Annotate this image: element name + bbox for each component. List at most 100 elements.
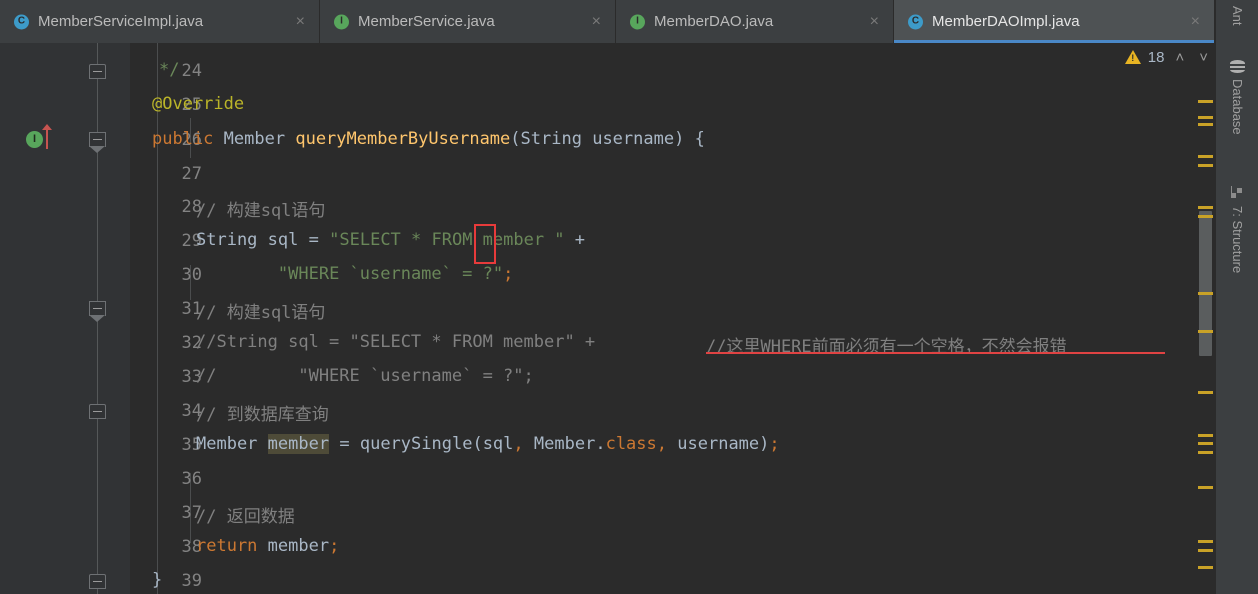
close-icon[interactable]: ×	[844, 13, 879, 30]
database-icon	[1230, 60, 1245, 73]
code-row[interactable]: 38 return member;	[130, 529, 1195, 564]
fold-marker[interactable]	[89, 301, 106, 322]
tool-window-label: 7: Structure	[1230, 206, 1245, 274]
code-row[interactable]: 28 // 构建sql语句	[130, 189, 1195, 224]
code-content[interactable]: 24 */ 25 @Override 26 I public Member qu…	[26, 43, 1195, 594]
interface-icon: I	[630, 14, 645, 29]
red-highlight-box	[474, 224, 496, 264]
code-text: // 到数据库查询	[196, 405, 329, 425]
right-tool-window-bar: Ant Database 7: Structure	[1215, 0, 1258, 594]
tab-label: MemberDAO.java	[654, 13, 774, 30]
code-row[interactable]: 31 // 构建sql语句	[89, 291, 1195, 326]
implements-arrow-icon[interactable]	[42, 124, 52, 149]
line-number: 35	[181, 435, 202, 455]
code-row[interactable]: 34 // 到数据库查询	[89, 393, 1195, 428]
line-number: 33	[181, 367, 202, 387]
fold-marker[interactable]	[89, 132, 106, 153]
stripe-marker[interactable]	[1198, 100, 1213, 103]
code-text: public Member queryMemberByUsername(Stri…	[152, 129, 705, 149]
warning-count: 18	[1147, 48, 1165, 66]
code-row[interactable]: 24 */	[89, 53, 1195, 88]
stripe-marker[interactable]	[1198, 486, 1213, 489]
line-number: 38	[181, 537, 202, 557]
highlighted-identifier: member	[267, 434, 330, 454]
error-stripe-scrollbar[interactable]	[1196, 43, 1215, 594]
stripe-marker[interactable]	[1198, 434, 1213, 437]
implements-method-icon[interactable]: I	[26, 131, 43, 148]
line-number: 27	[181, 164, 202, 184]
tool-window-structure[interactable]: 7: Structure	[1216, 182, 1258, 322]
tab-label: MemberService.java	[358, 13, 495, 30]
editor-tab-memberdao[interactable]: I MemberDAO.java ×	[616, 0, 894, 43]
code-row[interactable]: 29 String sql = "SELECT * FROM member " …	[130, 223, 1195, 258]
editor-gutter[interactable]	[0, 43, 130, 594]
tool-window-label: Database	[1230, 79, 1245, 135]
close-icon[interactable]: ×	[270, 13, 305, 30]
code-row[interactable]: 37 // 返回数据	[130, 495, 1195, 530]
close-icon[interactable]: ×	[566, 13, 601, 30]
fold-marker[interactable]	[89, 574, 106, 589]
previous-problem-icon[interactable]: ˄	[1171, 49, 1188, 66]
next-problem-icon[interactable]: ˅	[1195, 49, 1212, 66]
code-row[interactable]: 30 "WHERE `username` = ?";	[130, 257, 1195, 292]
close-icon[interactable]: ×	[1165, 13, 1200, 30]
fold-marker[interactable]	[89, 64, 106, 79]
fold-marker[interactable]	[89, 404, 106, 419]
code-text: String sql = "SELECT * FROM member " +	[196, 230, 586, 250]
stripe-marker[interactable]	[1198, 164, 1213, 167]
class-icon: C	[908, 14, 923, 29]
stripe-marker[interactable]	[1198, 391, 1213, 394]
code-text: // 构建sql语句	[196, 201, 326, 221]
stripe-marker[interactable]	[1198, 451, 1213, 454]
line-number: 34	[181, 401, 202, 421]
editor-tab-memberserviceimpl[interactable]: C MemberServiceImpl.java ×	[0, 0, 320, 43]
line-number: 30	[181, 265, 202, 285]
code-row[interactable]: 39 }	[89, 563, 1195, 594]
line-number: 28	[181, 197, 202, 217]
code-text: // 返回数据	[196, 507, 295, 527]
code-text: }	[152, 570, 163, 590]
stripe-marker[interactable]	[1198, 206, 1213, 209]
code-row[interactable]: 36	[130, 461, 1195, 496]
stripe-marker[interactable]	[1198, 442, 1213, 445]
editor-tab-memberdaoimpl[interactable]: C MemberDAOImpl.java ×	[894, 0, 1215, 43]
line-number: 31	[181, 299, 202, 319]
code-row[interactable]: 35 Member member = querySingle(sql, Memb…	[130, 427, 1195, 462]
line-number: 29	[181, 231, 202, 251]
stripe-marker[interactable]	[1198, 540, 1213, 543]
stripe-marker[interactable]	[1198, 155, 1213, 158]
code-text: */	[159, 60, 180, 80]
code-editor[interactable]: 24 */ 25 @Override 26 I public Member qu…	[0, 43, 1195, 594]
stripe-marker[interactable]	[1198, 330, 1213, 333]
code-row[interactable]: 26 I public Member queryMemberByUsername…	[26, 122, 1195, 157]
scrollbar-thumb[interactable]	[1199, 211, 1212, 356]
stripe-marker[interactable]	[1198, 123, 1213, 126]
warning-icon	[1124, 50, 1141, 64]
stripe-marker[interactable]	[1198, 549, 1213, 552]
line-number: 37	[181, 503, 202, 523]
code-text: // 构建sql语句	[196, 303, 326, 323]
code-text: return member;	[196, 536, 340, 556]
code-row[interactable]: 25 @Override	[130, 87, 1195, 122]
inspection-widget: 18 ˄ ˅	[1124, 46, 1212, 68]
stripe-marker[interactable]	[1198, 292, 1213, 295]
editor-tab-bar: C MemberServiceImpl.java × I MemberServi…	[0, 0, 1215, 43]
code-text: Member member = querySingle(sql, Member.…	[196, 434, 780, 454]
stripe-marker[interactable]	[1198, 116, 1213, 119]
ide-window: C MemberServiceImpl.java × I MemberServi…	[0, 0, 1258, 594]
line-number: 32	[181, 333, 202, 353]
red-underline	[706, 352, 1165, 354]
editor-tab-memberservice[interactable]: I MemberService.java ×	[320, 0, 616, 43]
structure-icon	[1230, 186, 1245, 200]
tool-window-ant[interactable]: Ant	[1216, 2, 1258, 48]
stripe-marker[interactable]	[1198, 215, 1213, 218]
tab-label: MemberDAOImpl.java	[932, 13, 1080, 30]
tool-window-database[interactable]: Database	[1216, 56, 1258, 174]
code-row[interactable]: 27	[130, 156, 1195, 191]
code-row[interactable]: 32 //String sql = "SELECT * FROM member"…	[130, 325, 1195, 360]
stripe-marker[interactable]	[1198, 566, 1213, 569]
tab-label: MemberServiceImpl.java	[38, 13, 204, 30]
code-text: "WHERE `username` = ?";	[277, 264, 514, 284]
code-row[interactable]: 33 // "WHERE `username` = ?";	[130, 359, 1195, 394]
interface-icon: I	[334, 14, 349, 29]
